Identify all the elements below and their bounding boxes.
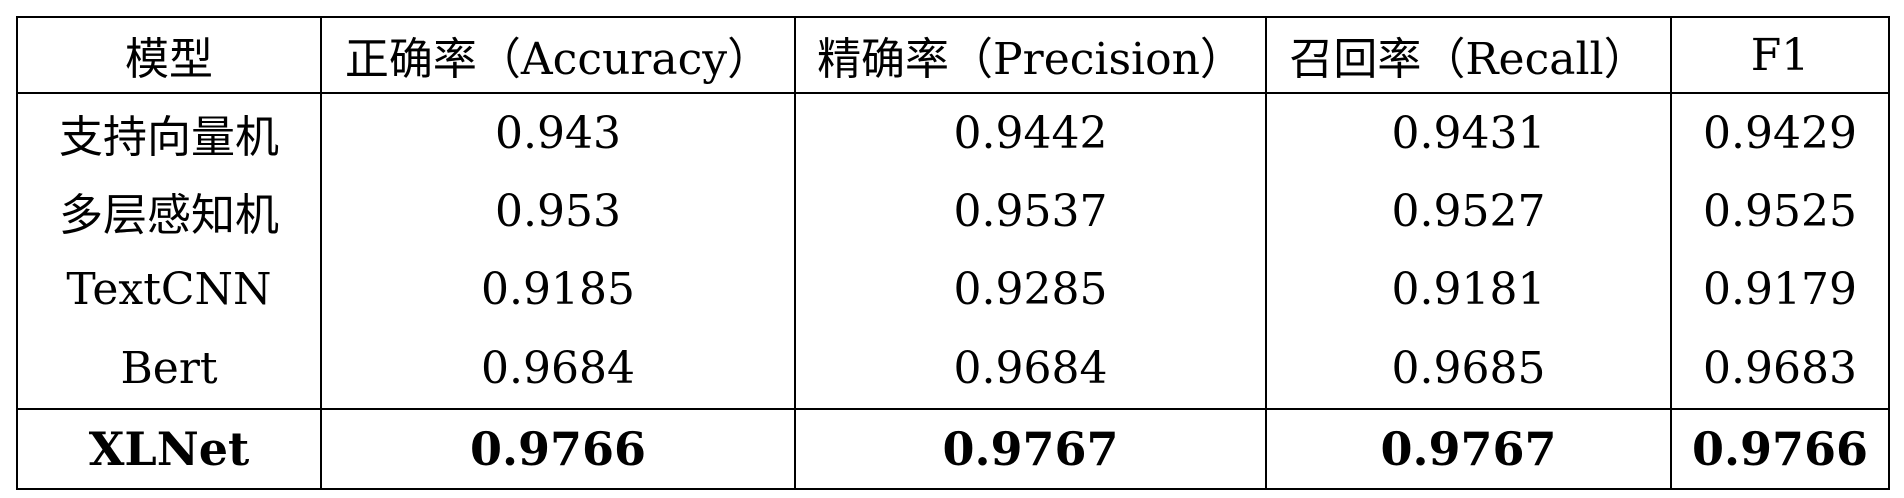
results-table: 模型 正确率（Accuracy） 精确率（Precision） 召回率（Reca… [16,16,1890,490]
cell-accuracy: 0.943 [320,93,796,172]
cell-accuracy: 0.953 [320,172,796,250]
cell-recall: 0.9685 [1265,328,1672,409]
header-row: 模型 正确率（Accuracy） 精确率（Precision） 召回率（Reca… [16,16,1890,94]
cell-model: XLNet [16,408,322,490]
header-model: 模型 [16,16,322,94]
table-header: 模型 正确率（Accuracy） 精确率（Precision） 召回率（Reca… [16,16,1890,94]
table-footer: XLNet 0.9766 0.9767 0.9767 0.9766 [16,408,1890,490]
cell-precision: 0.9442 [794,93,1267,172]
cell-f1: 0.9683 [1670,328,1890,409]
header-accuracy: 正确率（Accuracy） [320,16,796,94]
cell-model: 多层感知机 [16,172,322,250]
cell-recall: 0.9767 [1265,408,1672,490]
header-precision: 精确率（Precision） [794,16,1267,94]
cell-precision: 0.9684 [794,328,1267,409]
cell-recall: 0.9431 [1265,93,1672,172]
table-body: 支持向量机 0.943 0.9442 0.9431 0.9429 多层感知机 0… [16,93,1890,409]
cell-recall: 0.9181 [1265,250,1672,328]
cell-model: TextCNN [16,250,322,328]
table-row: Bert 0.9684 0.9684 0.9685 0.9683 [16,328,1890,409]
cell-f1: 0.9179 [1670,250,1890,328]
table-row: 支持向量机 0.943 0.9442 0.9431 0.9429 [16,93,1890,172]
cell-f1: 0.9525 [1670,172,1890,250]
cell-precision: 0.9537 [794,172,1267,250]
cell-accuracy: 0.9684 [320,328,796,409]
highlight-row: XLNet 0.9766 0.9767 0.9767 0.9766 [16,408,1890,490]
table-row: TextCNN 0.9185 0.9285 0.9181 0.9179 [16,250,1890,328]
table-row: 多层感知机 0.953 0.9537 0.9527 0.9525 [16,172,1890,250]
cell-model: 支持向量机 [16,93,322,172]
cell-accuracy: 0.9766 [320,408,796,490]
cell-f1: 0.9429 [1670,93,1890,172]
cell-model: Bert [16,328,322,409]
cell-precision: 0.9285 [794,250,1267,328]
header-recall: 召回率（Recall） [1265,16,1672,94]
cell-accuracy: 0.9185 [320,250,796,328]
cell-f1: 0.9766 [1670,408,1890,490]
cell-recall: 0.9527 [1265,172,1672,250]
header-f1: F1 [1670,16,1890,94]
cell-precision: 0.9767 [794,408,1267,490]
